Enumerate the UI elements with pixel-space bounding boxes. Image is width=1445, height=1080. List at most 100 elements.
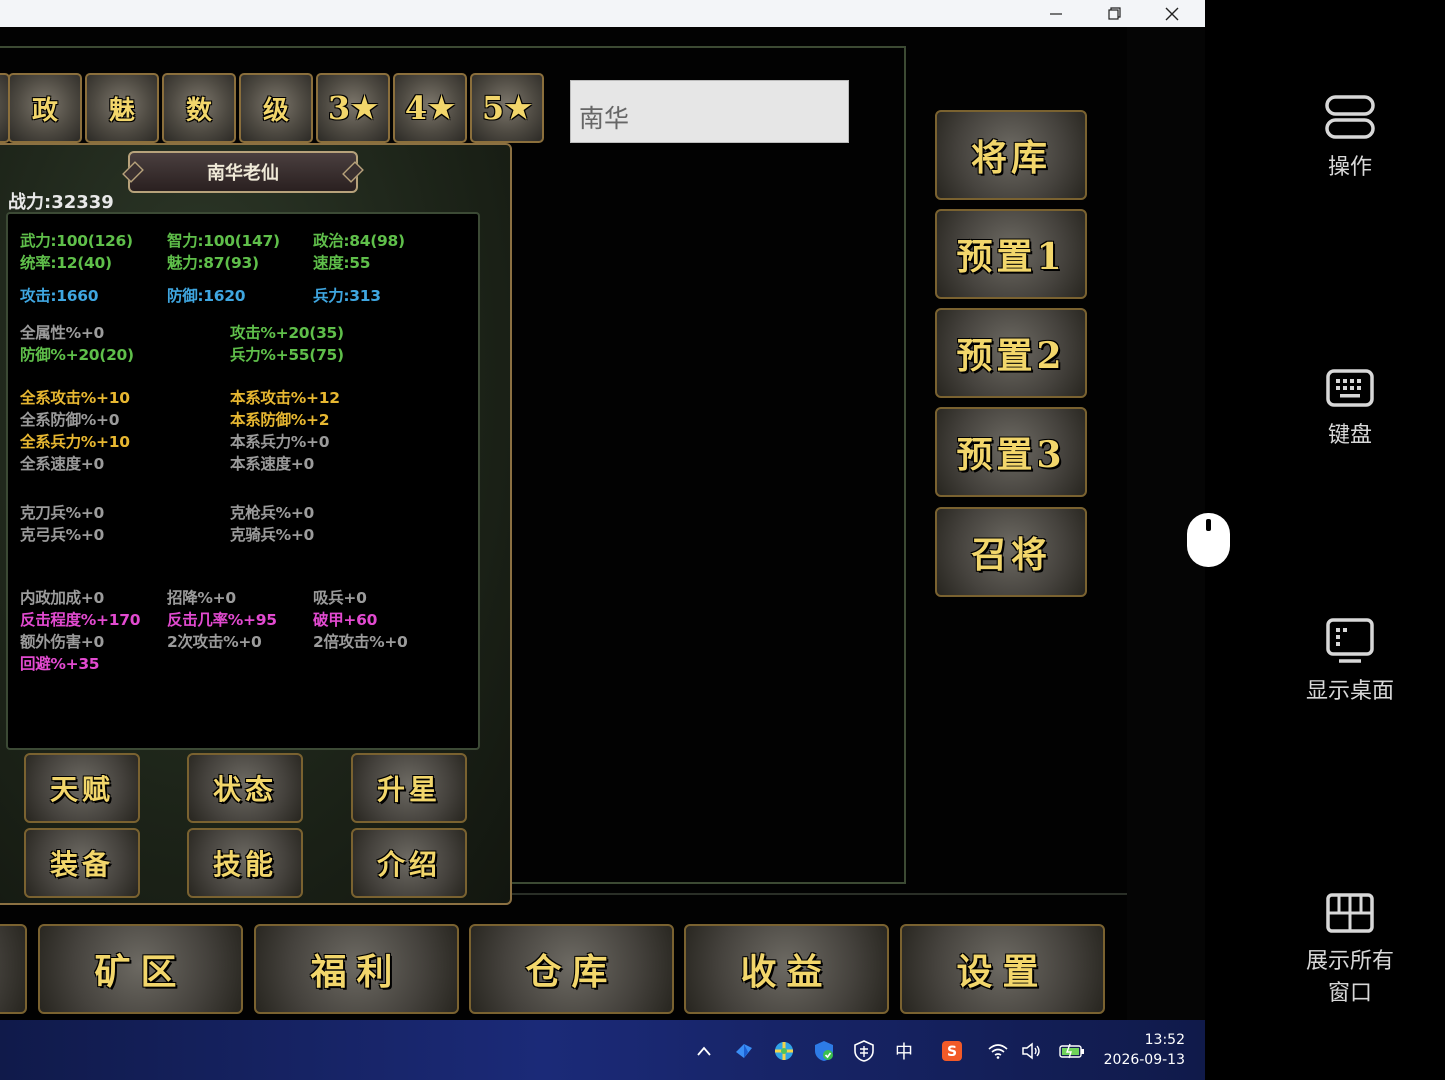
operate-button[interactable]: 操作: [1290, 92, 1410, 184]
show-desktop-label: 显示桌面: [1305, 679, 1394, 704]
equipment-button[interactable]: 装备: [24, 828, 140, 898]
stat-evasion: 回避%+35: [20, 655, 100, 673]
restore-button[interactable]: [1085, 0, 1143, 27]
battery-icon[interactable]: [1058, 1040, 1086, 1062]
tab-label: 4: [404, 89, 428, 127]
minimize-button[interactable]: [1027, 0, 1085, 27]
stat-sudu: 速度:55: [313, 254, 371, 272]
settings-button[interactable]: 设置: [900, 924, 1105, 1014]
show-desktop-button[interactable]: 显示桌面: [1290, 616, 1410, 708]
stat-counter-cavalry: 克骑兵%+0: [230, 526, 315, 544]
toggle-icon: [1325, 95, 1375, 139]
tab-label: 魅: [108, 95, 135, 126]
star-icon: ★: [428, 90, 456, 126]
preset-3-button[interactable]: 预置3: [935, 407, 1087, 497]
stat-counter-blade: 克刀兵%+0: [20, 504, 105, 522]
stat-troops: 兵力:313: [313, 287, 381, 305]
clock-date: 2026-09-13: [1103, 1052, 1185, 1068]
filter-tab-level[interactable]: 级: [239, 73, 313, 143]
stat-counter-bow: 克弓兵%+0: [20, 526, 105, 544]
hero-library-button[interactable]: 将库: [935, 110, 1087, 200]
star-icon: ★: [505, 90, 533, 126]
bottom-button-partial[interactable]: [0, 924, 27, 1014]
guard-app-icon[interactable]: [853, 1040, 875, 1062]
filter-tab-4-star[interactable]: 4 ★: [393, 73, 467, 143]
talent-button[interactable]: 天赋: [24, 753, 140, 823]
stat-own-defense: 本系防御%+2: [230, 411, 330, 429]
upgrade-star-button[interactable]: 升星: [351, 753, 467, 823]
stat-all-troops: 全系兵力%+10: [20, 433, 130, 451]
stat-own-speed: 本系速度+0: [230, 455, 314, 473]
intro-button[interactable]: 介绍: [351, 828, 467, 898]
stat-internal: 内政加成+0: [20, 589, 104, 607]
stat-counter-degree: 反击程度%+170: [20, 611, 141, 629]
close-button[interactable]: [1143, 0, 1201, 27]
preset-2-button[interactable]: 预置2: [935, 308, 1087, 398]
filter-tab-count[interactable]: 数: [162, 73, 236, 143]
stat-all-defense: 全系防御%+0: [20, 411, 120, 429]
filter-tab-5-star[interactable]: 5 ★: [470, 73, 544, 143]
tab-label: 政: [31, 95, 58, 126]
ime-indicator[interactable]: 中: [893, 1040, 915, 1063]
windows-grid-icon: [1326, 893, 1374, 933]
stat-double-hit: 2次攻击%+0: [167, 633, 262, 651]
filter-tab-politics[interactable]: 政: [8, 73, 82, 143]
svg-text:S: S: [947, 1044, 957, 1060]
close-icon: [1165, 7, 1179, 20]
hero-name: 南华老仙: [207, 163, 279, 184]
show-all-windows-button[interactable]: 展示所有窗口: [1290, 890, 1410, 1010]
mouse-mode-icon[interactable]: [1187, 513, 1230, 567]
stat-all-speed: 全系速度+0: [20, 455, 104, 473]
skills-button[interactable]: 技能: [187, 828, 303, 898]
show-all-windows-label: 展示所有窗口: [1305, 949, 1394, 1006]
volume-icon[interactable]: [1021, 1040, 1043, 1062]
income-button[interactable]: 收益: [684, 924, 889, 1014]
stat-crit: 2倍攻击%+0: [313, 633, 408, 651]
status-button[interactable]: 状态: [187, 753, 303, 823]
stat-counter-spear: 克枪兵%+0: [230, 504, 315, 522]
stat-all-attack: 全系攻击%+10: [20, 389, 130, 407]
stat-tongshuai: 统率:12(40): [20, 254, 112, 272]
tab-label: 5: [481, 89, 505, 127]
warehouse-button[interactable]: 仓库: [469, 924, 674, 1014]
preset-1-button[interactable]: 预置1: [935, 209, 1087, 299]
keyboard-label: 键盘: [1327, 423, 1372, 448]
taskbar-clock[interactable]: 13:52 2026-09-13: [1100, 1030, 1185, 1070]
summon-button[interactable]: 召将: [935, 507, 1087, 597]
restore-icon: [1107, 7, 1121, 20]
sogou-ime-icon[interactable]: S: [941, 1040, 963, 1062]
stat-armor-break: 破甲+60: [313, 611, 378, 629]
stat-wuli: 武力:100(126): [20, 232, 133, 250]
hero-power: 战力:32339: [8, 192, 114, 213]
minimize-icon: [1050, 12, 1062, 15]
stat-extra-damage: 额外伤害+0: [20, 633, 104, 651]
operate-label: 操作: [1327, 155, 1372, 180]
filter-tab-3-star[interactable]: 3 ★: [316, 73, 390, 143]
stat-meili: 魅力:87(93): [167, 254, 259, 272]
hero-name-plate: 南华老仙: [122, 151, 364, 193]
tab-label: 数: [185, 95, 212, 126]
filter-tab-charm[interactable]: 魅: [85, 73, 159, 143]
stat-attack-pct: 攻击%+20(35): [230, 324, 344, 342]
network-app-icon[interactable]: [773, 1040, 795, 1062]
star-icon: ★: [351, 90, 379, 126]
desktop-icon: [1326, 618, 1374, 663]
tray-chevron-icon[interactable]: [693, 1040, 715, 1062]
stat-counter-rate: 反击几率%+95: [167, 611, 277, 629]
security-shield-icon[interactable]: [813, 1040, 835, 1062]
stat-own-troops: 本系兵力%+0: [230, 433, 330, 451]
welfare-button[interactable]: 福利: [254, 924, 459, 1014]
stat-attack: 攻击:1660: [20, 287, 99, 305]
keyboard-icon: [1326, 369, 1374, 407]
mine-button[interactable]: 矿区: [38, 924, 243, 1014]
window-title-bar: [0, 0, 1205, 27]
stat-troops-pct: 兵力%+55(75): [230, 346, 344, 364]
hero-search-input[interactable]: 南华: [570, 80, 849, 143]
stat-zhengzhi: 政治:84(98): [313, 232, 405, 250]
clock-time: 13:52: [1144, 1032, 1185, 1048]
tab-label: 3: [327, 89, 351, 127]
keyboard-button[interactable]: 键盘: [1290, 366, 1410, 452]
stat-zhili: 智力:100(147): [167, 232, 280, 250]
wifi-icon[interactable]: [987, 1040, 1009, 1062]
feishu-icon[interactable]: [733, 1040, 755, 1062]
